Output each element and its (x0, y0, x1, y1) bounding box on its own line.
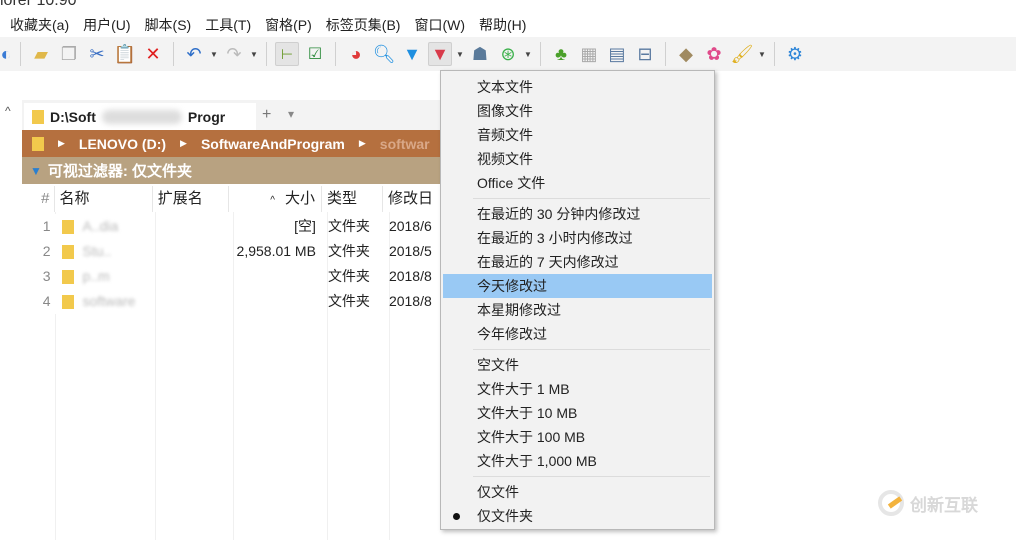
menu-separator (473, 198, 710, 199)
breadcrumb-drive[interactable]: LENOVO (D:) (79, 136, 166, 152)
copy-icon[interactable]: ❐ (57, 42, 81, 66)
grid-view-icon[interactable]: ▤ (605, 42, 629, 66)
menu-item-modified-today[interactable]: 今天修改过 (443, 274, 712, 298)
menu-item-files-only[interactable]: 仅文件 (441, 480, 714, 504)
breadcrumb-folder[interactable]: SoftwareAndProgram (201, 136, 345, 152)
collapse-icon[interactable]: ^ (5, 104, 11, 118)
menu-item-modified-30min[interactable]: 在最近的 30 分钟内修改过 (441, 202, 714, 226)
folder-icon (62, 270, 75, 285)
menu-item-text-files[interactable]: 文本文件 (441, 75, 714, 99)
menu-item-empty-files[interactable]: 空文件 (441, 353, 714, 377)
split-horizontal-icon[interactable]: ⊟ (633, 42, 657, 66)
menu-item-image-files[interactable]: 图像文件 (441, 99, 714, 123)
visual-filter-icon[interactable]: ▼ (428, 42, 452, 66)
folder-icon (62, 220, 75, 235)
filter-icon: ▼ (30, 163, 42, 178)
column-header-ext[interactable]: 扩展名 (153, 186, 230, 212)
settings-gear-icon[interactable]: ⚙ (783, 42, 807, 66)
redo-icon[interactable]: ↷ (222, 42, 246, 66)
watermark: 创新互联 (878, 490, 978, 516)
undo-dropdown-icon[interactable]: ▼ (210, 50, 218, 59)
dual-pane-icon[interactable]: ▦ (577, 42, 601, 66)
redo-dropdown-icon[interactable]: ▼ (250, 50, 258, 59)
undo-icon[interactable]: ↶ (182, 42, 206, 66)
menu-item-audio-files[interactable]: 音频文件 (441, 123, 714, 147)
table-row[interactable]: 4 software 文件夹 2018/8 (22, 289, 442, 314)
paste-icon[interactable]: 📋 (113, 42, 137, 66)
column-header-modified[interactable]: 修改日 (383, 186, 442, 212)
menu-user[interactable]: 用户(U) (83, 15, 130, 35)
breadcrumb-chevron-icon: ▶ (58, 138, 65, 148)
folder-icon (32, 109, 44, 124)
left-strip: ^ (0, 100, 22, 540)
menu-item-video-files[interactable]: 视频文件 (441, 147, 714, 171)
search-icon[interactable]: 🔍︎ (372, 42, 396, 66)
menu-tools[interactable]: 工具(T) (205, 15, 251, 35)
breadcrumb-chevron-icon: ▶ (180, 138, 187, 148)
folder-icon (62, 245, 75, 260)
breadcrumb-subfolder[interactable]: softwar (380, 136, 430, 152)
table-row[interactable]: 1 A..dia [空] 文件夹 2018/6 (22, 214, 442, 239)
green-filter-icon[interactable]: ⊛ (496, 42, 520, 66)
menu-item-modified-3h[interactable]: 在最近的 3 小时内修改过 (441, 226, 714, 250)
tab-bar: D:\Soft Progr + ▾ (22, 100, 442, 130)
folder-icon (62, 295, 75, 310)
column-headers: # 名称 扩展名 ^ 大小 类型 修改日 (22, 186, 442, 212)
menu-item-office-files[interactable]: Office 文件 (441, 171, 714, 195)
tree-toggle-icon[interactable]: ⊢ (275, 42, 299, 66)
ghost-icon[interactable]: ☗ (468, 42, 492, 66)
menu-tabsets[interactable]: 标签页集(B) (326, 15, 401, 35)
tab-current-folder[interactable]: D:\Soft Progr (24, 103, 256, 130)
tree-icon[interactable]: ♣ (549, 42, 573, 66)
menu-window[interactable]: 窗口(W) (414, 15, 465, 35)
table-row[interactable]: 2 Stu.. 2,958.01 MB 文件夹 2018/5 (22, 239, 442, 264)
column-header-size[interactable]: ^ 大小 (229, 186, 322, 212)
new-tab-button[interactable]: + (262, 106, 271, 124)
radio-bullet-icon (453, 513, 460, 520)
column-header-type[interactable]: 类型 (322, 186, 383, 212)
table-row[interactable]: 3 p..m 文件夹 2018/8 (22, 264, 442, 289)
checkbox-toggle-icon[interactable]: ☑ (303, 42, 327, 66)
visual-filter-dropdown-icon[interactable]: ▼ (456, 50, 464, 59)
toolbar: ◐ ▰ ❐ ✂ 📋 ✕ ↶ ▼ ↷ ▼ ⊢ ☑ ◕ 🔍︎ ▼ ▼ ▼ ☗ ⊛ ▼ ♣ ▦… (0, 37, 1016, 71)
menu-item-modified-7d[interactable]: 在最近的 7 天内修改过 (441, 250, 714, 274)
paint-roller-dropdown-icon[interactable]: ▼ (758, 50, 766, 59)
filter-icon[interactable]: ▼ (400, 42, 424, 66)
column-header-num[interactable]: # (22, 186, 55, 212)
menu-item-folders-only[interactable]: 仅文件夹 (441, 504, 714, 528)
column-header-name[interactable]: 名称 (54, 186, 153, 212)
menu-separator (473, 349, 710, 350)
menu-item-modified-this-week[interactable]: 本星期修改过 (441, 298, 714, 322)
visual-filter-dropdown-menu: 文本文件 图像文件 音频文件 视频文件 Office 文件 在最近的 30 分钟… (440, 70, 715, 530)
menu-item-modified-this-year[interactable]: 今年修改过 (441, 322, 714, 346)
menu-favorites[interactable]: 收藏夹(a) (10, 15, 69, 35)
tab-list-dropdown-icon[interactable]: ▾ (288, 107, 294, 121)
menu-panes[interactable]: 窗格(P) (265, 15, 312, 35)
green-filter-dropdown-icon[interactable]: ▼ (524, 50, 532, 59)
color-wheel-icon[interactable]: ✿ (702, 42, 726, 66)
pie-chart-icon[interactable]: ◕ (344, 42, 368, 66)
menu-scripting[interactable]: 脚本(S) (145, 15, 192, 35)
folder-icon (32, 136, 44, 151)
tag-icon[interactable]: ◆ (674, 42, 698, 66)
delete-icon[interactable]: ✕ (141, 42, 165, 66)
sort-ascending-icon: ^ (270, 195, 275, 206)
new-folder-icon[interactable]: ▰ (29, 42, 53, 66)
breadcrumb-chevron-icon: ▶ (358, 138, 366, 148)
visual-filter-bar[interactable]: ▼ 可视过滤器: 仅文件夹 (22, 157, 442, 184)
window-title: lorer 10.90 (0, 0, 77, 9)
history-icon[interactable]: ◐ (0, 42, 12, 66)
filter-label: 可视过滤器: 仅文件夹 (47, 163, 193, 180)
cut-icon[interactable]: ✂ (85, 42, 109, 66)
menu-item-larger-1mb[interactable]: 文件大于 1 MB (441, 377, 714, 401)
menu-item-larger-1000mb[interactable]: 文件大于 1,000 MB (441, 449, 714, 473)
menu-help[interactable]: 帮助(H) (479, 15, 526, 35)
menu-separator (473, 476, 710, 477)
watermark-logo-icon (878, 490, 904, 516)
breadcrumb: ▶ LENOVO (D:) ▶ SoftwareAndProgram ▶ sof… (22, 130, 442, 157)
menu-item-larger-100mb[interactable]: 文件大于 100 MB (441, 425, 714, 449)
menu-bar: 收藏夹(a) 用户(U) 脚本(S) 工具(T) 窗格(P) 标签页集(B) 窗… (0, 13, 526, 37)
menu-item-larger-10mb[interactable]: 文件大于 10 MB (441, 401, 714, 425)
paint-roller-icon[interactable]: 🖌︎ (730, 42, 754, 66)
